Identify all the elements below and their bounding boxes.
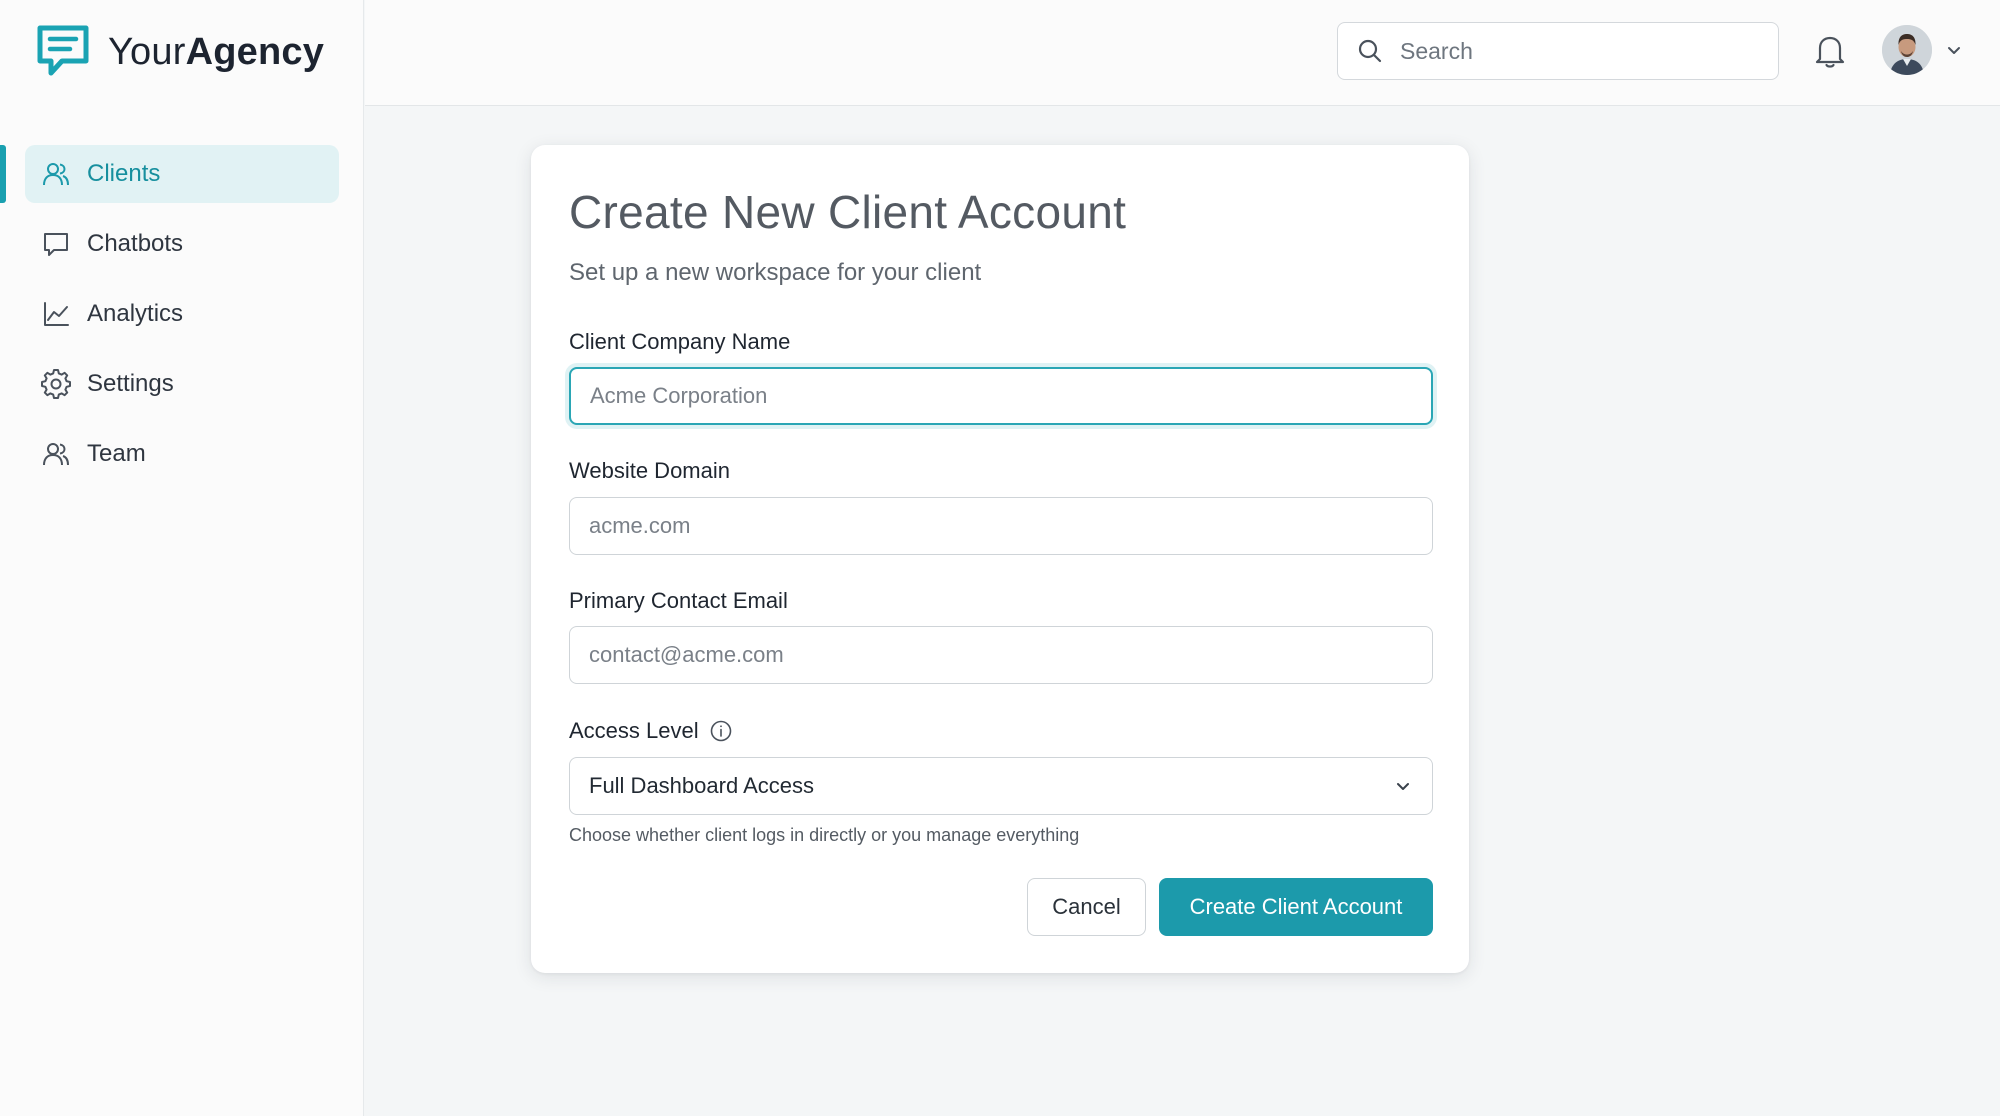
sidebar-item-settings[interactable]: Settings (25, 355, 339, 413)
access-level-label: Access Level (569, 718, 699, 743)
bell-icon[interactable] (1813, 33, 1847, 69)
sidebar-item-label: Team (87, 440, 146, 467)
contact-email-label: Primary Contact Email (569, 588, 788, 613)
brand-name-light: Your (108, 30, 186, 73)
sidebar-item-label: Analytics (87, 300, 184, 327)
sidebar-item-chatbots[interactable]: Chatbots (25, 215, 339, 273)
avatar-photo (1882, 25, 1932, 75)
form-title: Create New Client Account (569, 186, 1127, 238)
chevron-down-icon[interactable] (1945, 41, 1963, 59)
sidebar-item-label: Chatbots (87, 230, 184, 257)
users-icon (41, 159, 71, 189)
access-level-label-row: Access Level (569, 718, 733, 744)
company-name-label: Client Company Name (569, 329, 791, 354)
website-domain-label: Website Domain (569, 458, 730, 483)
sidebar: YourAgency Clients Chatbots Analytics Se… (0, 0, 364, 1116)
sidebar-item-label: Settings (87, 370, 174, 397)
sidebar-item-label: Clients (87, 160, 161, 187)
chevron-down-icon (1397, 783, 1409, 790)
info-icon[interactable] (709, 719, 733, 743)
sidebar-item-analytics[interactable]: Analytics (25, 285, 339, 343)
sidebar-item-team[interactable]: Team (25, 425, 339, 483)
gear-icon (41, 369, 71, 399)
sidebar-item-clients[interactable]: Clients (25, 145, 339, 203)
user-avatar[interactable] (1882, 25, 1932, 75)
website-domain-input[interactable] (569, 497, 1433, 555)
line-chart-icon (41, 299, 71, 329)
brand-logo[interactable]: YourAgency (34, 24, 324, 80)
team-icon (41, 439, 71, 469)
chat-bubble-icon (41, 229, 71, 259)
brand-name: YourAgency (108, 31, 324, 74)
search-input[interactable] (1398, 36, 1758, 66)
create-client-form: Create New Client Account Set up a new w… (531, 145, 1469, 973)
access-level-value: Full Dashboard Access (589, 773, 814, 798)
brand-name-bold: Agency (185, 30, 325, 73)
form-subtitle: Set up a new workspace for your client (569, 259, 982, 286)
search-box[interactable] (1337, 22, 1779, 80)
top-bar (365, 0, 2000, 106)
search-icon (1358, 39, 1382, 63)
chat-logo-icon (37, 25, 89, 76)
contact-email-input[interactable] (569, 626, 1433, 684)
cancel-button[interactable]: Cancel (1027, 878, 1146, 936)
sidebar-nav: Clients Chatbots Analytics Settings Team (0, 145, 364, 495)
access-level-helper-text: Choose whether client logs in directly o… (569, 825, 1080, 845)
create-client-account-button[interactable]: Create Client Account (1159, 878, 1433, 936)
access-level-select[interactable]: Full Dashboard Access (569, 757, 1433, 815)
company-name-input[interactable] (569, 367, 1433, 425)
